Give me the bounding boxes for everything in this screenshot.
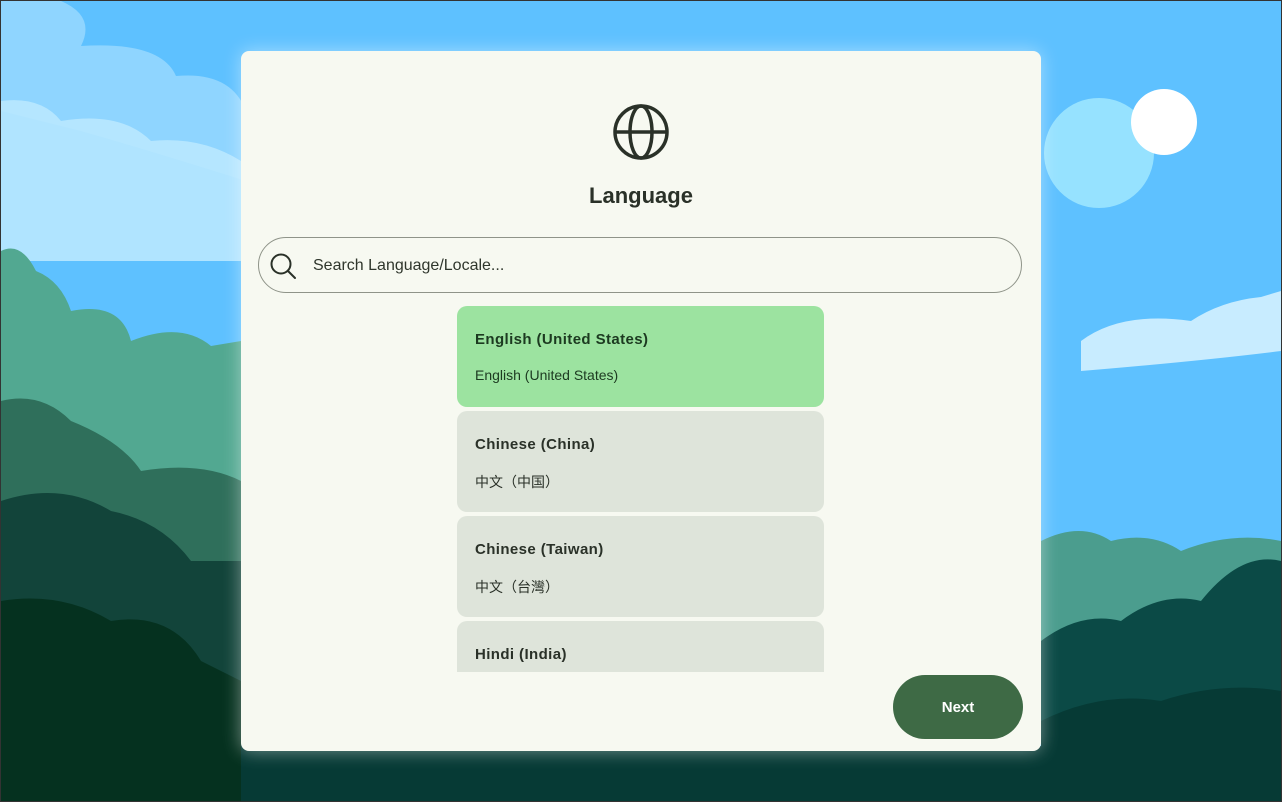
language-native-name: 中文（中国） bbox=[475, 474, 559, 490]
search-bar[interactable] bbox=[258, 237, 1022, 294]
search-input[interactable] bbox=[311, 238, 1005, 294]
language-name: Hindi (India) bbox=[475, 646, 567, 663]
desktop-scene: Language English (United States) English… bbox=[0, 0, 1282, 802]
language-item-chinese-china[interactable]: Chinese (China) 中文（中国） bbox=[457, 411, 824, 512]
search-icon bbox=[270, 253, 296, 279]
language-item-chinese-taiwan[interactable]: Chinese (Taiwan) 中文（台灣） bbox=[457, 516, 824, 617]
language-native-name: 中文（台灣） bbox=[475, 579, 559, 595]
language-name: Chinese (China) bbox=[475, 436, 596, 453]
language-native-name: English (United States) bbox=[475, 367, 619, 383]
globe-icon bbox=[613, 104, 669, 160]
language-dialog: Language English (United States) English… bbox=[241, 51, 1041, 751]
language-item-english-us[interactable]: English (United States) English (United … bbox=[457, 306, 824, 407]
next-button[interactable]: Next bbox=[893, 675, 1023, 739]
language-item-hindi-india[interactable]: Hindi (India) bbox=[457, 621, 824, 672]
language-list[interactable]: English (United States) English (United … bbox=[457, 306, 825, 672]
language-name: English (United States) bbox=[475, 331, 649, 348]
dialog-title: Language bbox=[589, 183, 693, 208]
language-name: Chinese (Taiwan) bbox=[475, 541, 604, 558]
